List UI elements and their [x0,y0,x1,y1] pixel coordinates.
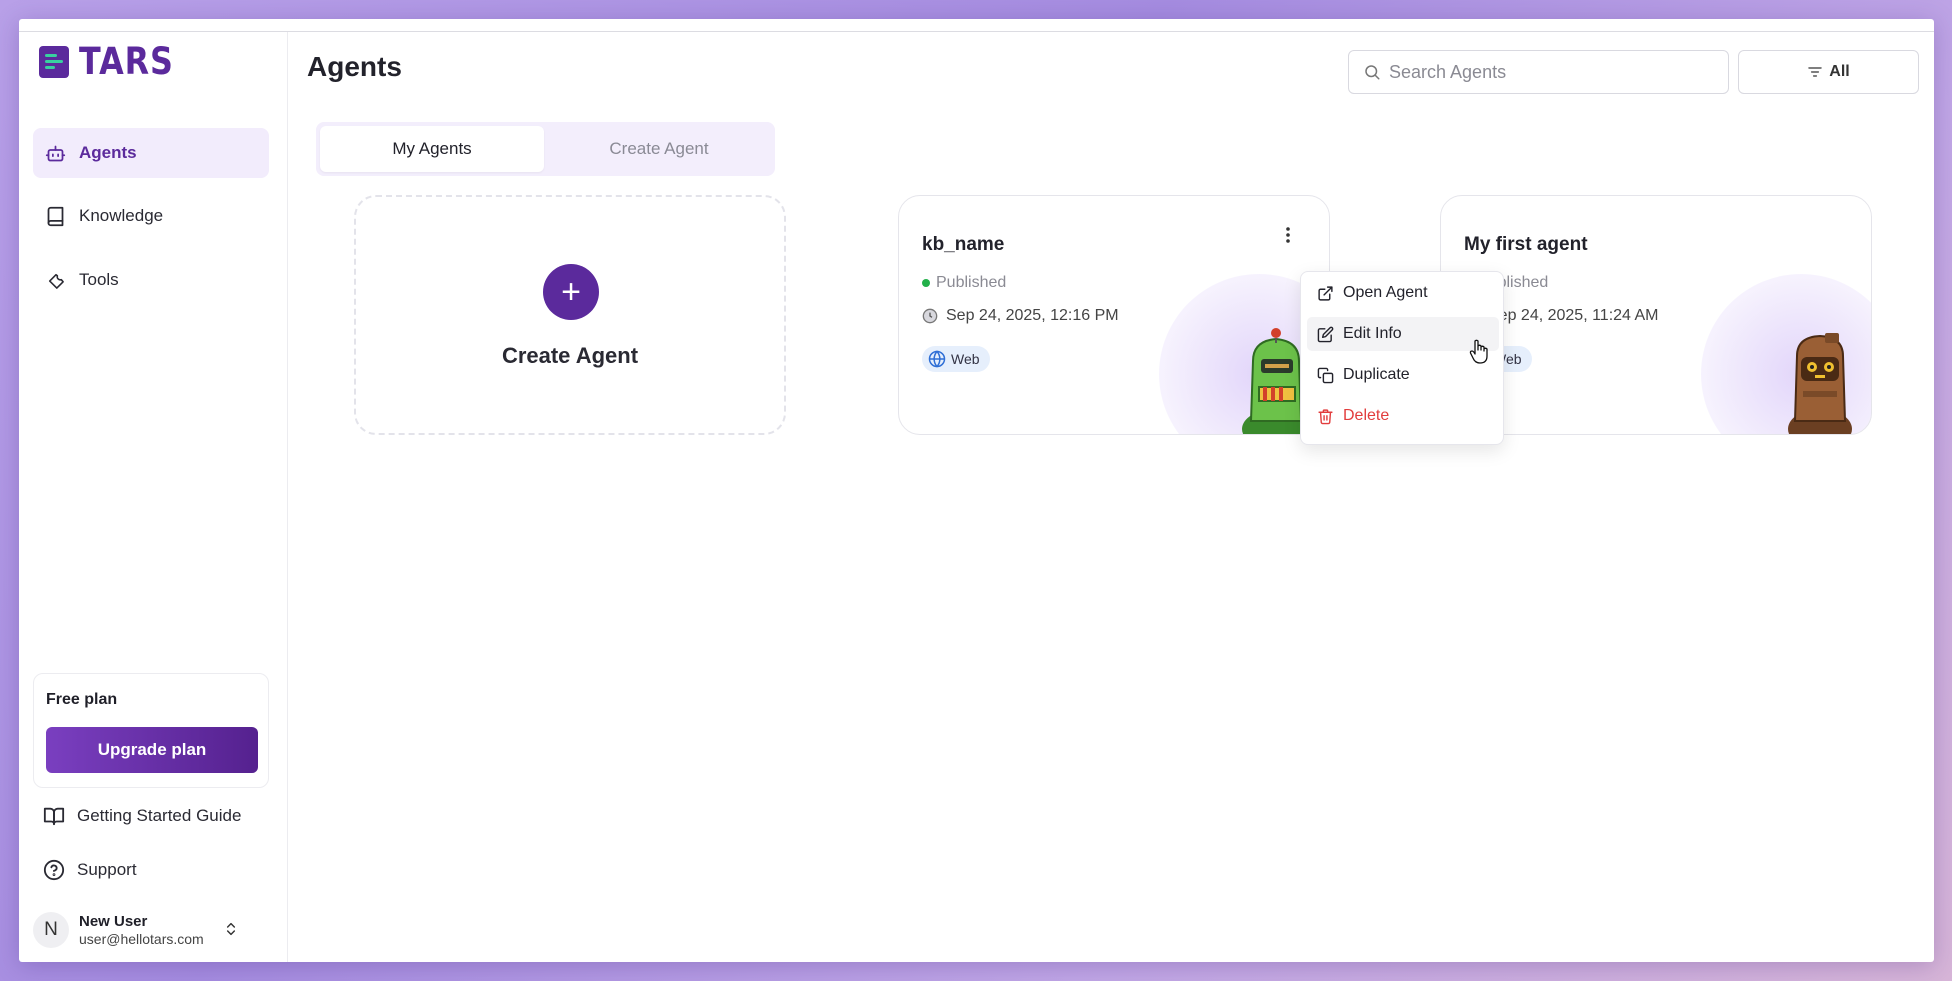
open-book-icon [43,807,65,826]
sidebar: TARS Agents Knowledge Tools Free plan Up… [19,32,288,962]
user-menu[interactable]: N New User user@hellotars.com [33,910,269,950]
edit-icon [1317,326,1334,342]
tab-create-agent[interactable]: Create Agent [547,126,771,172]
globe-icon [928,350,946,368]
avatar: N [33,912,69,948]
agent-name: kb_name [922,234,1005,255]
filter-label: All [1829,63,1850,80]
brown-robot-icon [1788,333,1852,434]
date-label: Sep 24, 2025, 11:24 AM [1488,307,1659,324]
user-email: user@hellotars.com [79,931,204,947]
plan-card: Free plan Upgrade plan [33,673,269,788]
user-name: New User [79,913,148,930]
sidebar-item-knowledge[interactable]: Knowledge [33,191,269,241]
hand-cursor-icon [1469,339,1488,364]
tab-my-agents[interactable]: My Agents [320,126,544,172]
trash-icon [1318,408,1333,424]
channel-label: Web [951,351,980,367]
logo-mark-icon [39,45,69,78]
user-info: New User user@hellotars.com [79,913,204,947]
filter-button[interactable]: All [1738,50,1919,94]
support-label: Support [77,860,137,879]
search-box[interactable] [1348,50,1729,94]
agent-date: Sep 24, 2025, 12:16 PM [922,307,1119,325]
status-dot-icon [922,279,930,287]
getting-started-link[interactable]: Getting Started Guide [43,805,241,827]
app-window: TARS Agents Knowledge Tools Free plan Up… [19,19,1934,962]
agent-name: My first agent [1464,234,1588,255]
wrench-icon [48,273,64,289]
search-icon [1365,65,1380,80]
sidebar-item-label: Knowledge [79,206,164,225]
sidebar-item-label: Agents [79,143,137,162]
book-icon [47,206,64,226]
menu-item-delete[interactable]: Delete [1307,399,1499,433]
upgrade-plan-button[interactable]: Upgrade plan [46,727,258,773]
sidebar-item-agents[interactable]: Agents [33,128,269,178]
create-agent-label: Create Agent [501,343,639,368]
status-badge: Published [922,274,1006,292]
support-link[interactable]: Support [43,859,137,881]
agent-card[interactable]: kb_name Published Sep 24, 2025, 12:16 PM… [898,195,1330,435]
channel-chip: Web [922,346,990,372]
plan-title: Free plan [46,691,118,708]
tars-logo[interactable]: TARS [39,43,189,80]
window-top-border [19,31,1934,32]
menu-item-label: Duplicate [1343,366,1410,383]
create-agent-card[interactable]: + Create Agent [354,195,786,435]
more-vertical-icon[interactable] [1285,226,1291,244]
search-input[interactable] [1389,61,1709,83]
getting-started-label: Getting Started Guide [77,806,242,825]
agent-tabs: My Agents Create Agent [316,122,775,176]
date-label: Sep 24, 2025, 12:16 PM [946,307,1119,324]
menu-item-label: Delete [1343,407,1390,424]
help-circle-icon [43,859,65,881]
copy-icon [1317,367,1334,383]
agent-card[interactable]: My first agent Published Sep 24, 2025, 1… [1440,195,1872,435]
menu-item-label: Open Agent [1343,284,1428,301]
plus-icon: + [543,264,599,320]
sidebar-item-tools[interactable]: Tools [33,255,269,305]
logo-text: TARS [79,40,174,83]
sidebar-item-label: Tools [79,270,119,289]
page-title: Agents [307,51,402,82]
external-link-icon [1318,285,1333,301]
chevrons-up-down-icon [226,922,236,936]
bot-icon [45,145,66,161]
clock-icon [922,308,938,324]
menu-item-open-agent[interactable]: Open Agent [1307,276,1499,310]
status-label: Published [936,274,1007,291]
filter-icon [1808,67,1822,77]
menu-item-label: Edit Info [1343,325,1402,342]
